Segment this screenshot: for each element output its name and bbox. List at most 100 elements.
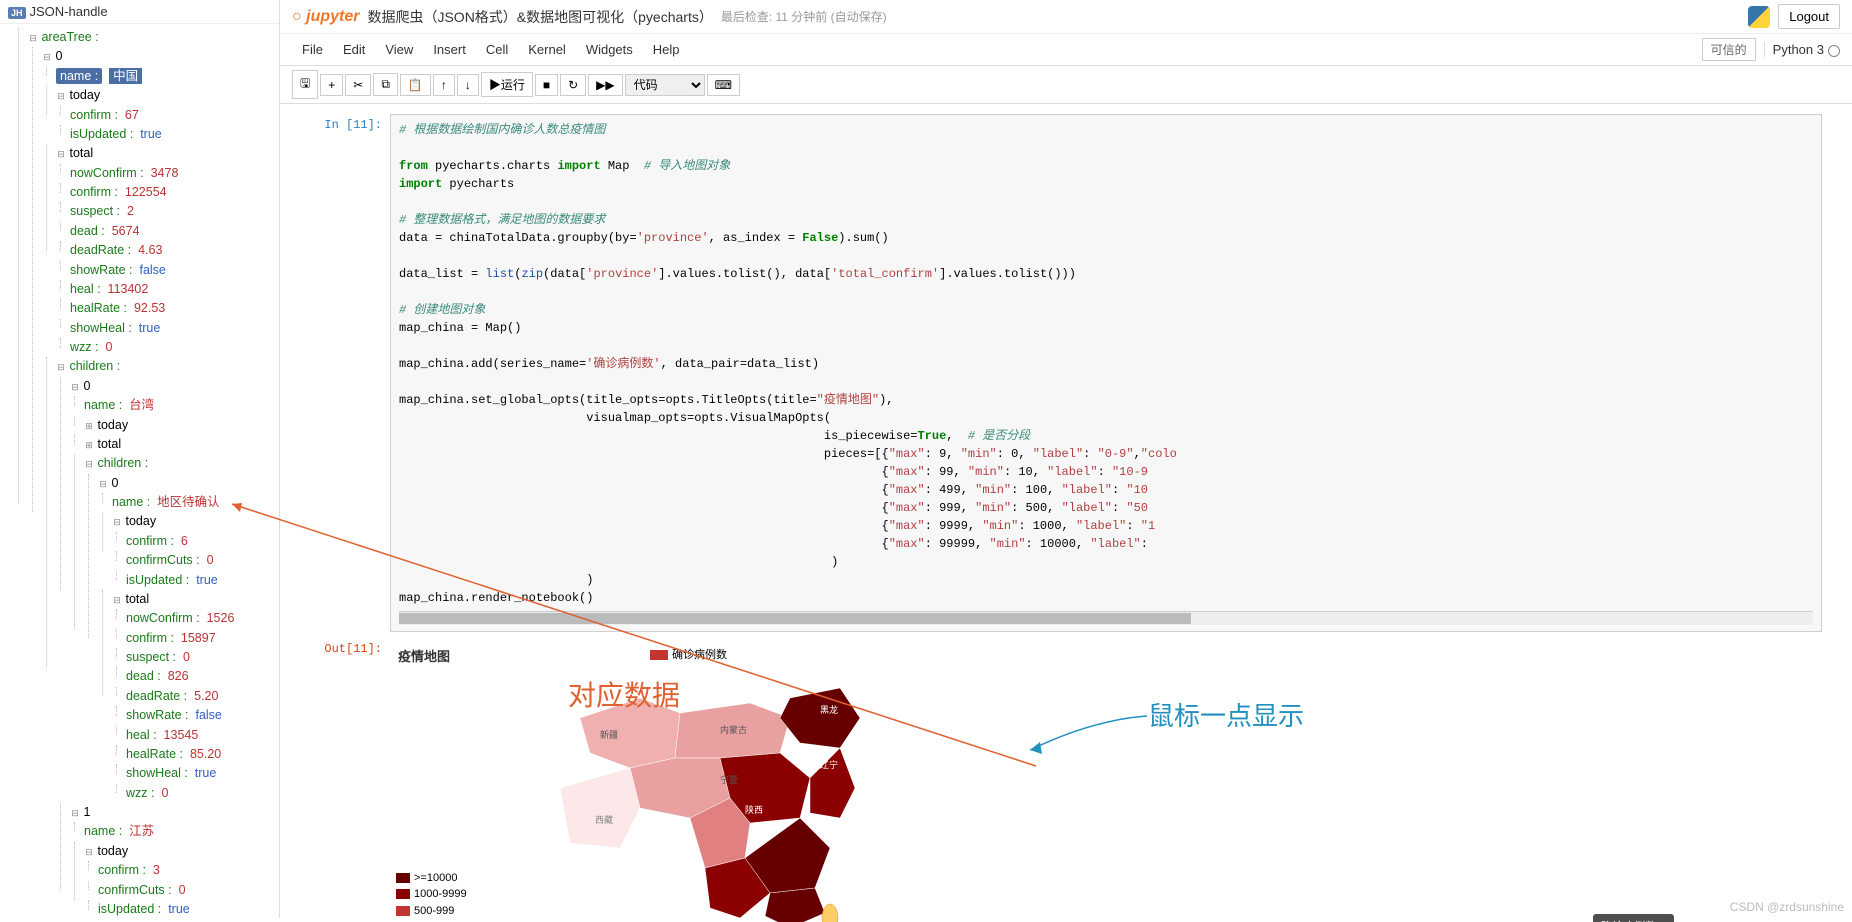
v: 0 [207, 553, 214, 567]
move-down-button[interactable]: ↓ [457, 74, 479, 96]
k: showHeal : [126, 766, 188, 780]
v: 67 [125, 108, 139, 122]
toggle-icon[interactable]: ⊟ [28, 32, 38, 46]
key-today[interactable]: today [97, 844, 128, 858]
command-palette-button[interactable]: ⌨ [707, 74, 740, 96]
k: healRate : [70, 301, 127, 315]
toggle-icon[interactable]: ⊟ [70, 807, 80, 821]
v: 5.20 [194, 689, 218, 703]
toggle-icon[interactable]: ⊟ [112, 594, 122, 608]
key-today[interactable]: today [125, 514, 156, 528]
cut-button[interactable]: ✂ [345, 74, 371, 96]
trusted-indicator[interactable]: 可信的 [1702, 38, 1756, 61]
notebook-area[interactable]: In [11]: # 根据数据绘制国内确诊人数总疫情图 from pyechar… [280, 104, 1852, 922]
paste-button[interactable]: 📋 [400, 74, 431, 96]
menu-cell[interactable]: Cell [476, 38, 518, 61]
move-up-button[interactable]: ↑ [433, 74, 455, 96]
svg-text:西藏: 西藏 [595, 814, 613, 825]
menu-widgets[interactable]: Widgets [576, 38, 643, 61]
json-handle-panel: JHJSON-handle ⊟ areaTree : ⊟ 0 name : 中国… [0, 0, 280, 918]
menu-file[interactable]: File [292, 38, 333, 61]
v: 6 [181, 534, 188, 548]
key-total[interactable]: total [69, 146, 93, 160]
idx[interactable]: 0 [55, 49, 62, 63]
key-areaTree[interactable]: areaTree : [41, 30, 98, 44]
jupyter-logo[interactable]: ○ jupyter [292, 8, 359, 26]
toggle-icon[interactable]: ⊟ [42, 51, 52, 65]
key-total[interactable]: total [125, 592, 149, 606]
key-children[interactable]: children : [97, 456, 148, 470]
restart-button[interactable]: ↻ [560, 74, 586, 96]
k: name : [84, 824, 122, 838]
stop-button[interactable]: ■ [535, 74, 558, 96]
toggle-icon[interactable]: ⊟ [56, 90, 66, 104]
k: deadRate : [70, 243, 131, 257]
key-name-hl[interactable]: name : [56, 68, 102, 84]
v: 0 [179, 883, 186, 897]
toggle-icon[interactable]: ⊟ [112, 516, 122, 530]
idx[interactable]: 0 [111, 476, 118, 490]
restart-run-button[interactable]: ▶▶ [588, 74, 622, 96]
idx[interactable]: 0 [83, 379, 90, 393]
k: wzz : [126, 786, 154, 800]
v: true [196, 573, 218, 587]
map-tooltip: 确诊病例数 台湾 : 15,897 [1593, 914, 1674, 922]
json-tree[interactable]: ⊟ areaTree : ⊟ 0 name : 中国 ⊟ today confi… [0, 24, 279, 918]
code-cell[interactable]: In [11]: # 根据数据绘制国内确诊人数总疫情图 from pyechar… [310, 114, 1822, 632]
toggle-icon[interactable]: ⊟ [98, 478, 108, 492]
save-button[interactable]: 🖫 [292, 70, 318, 99]
toggle-icon[interactable]: ⊞ [84, 439, 94, 453]
key-today[interactable]: today [97, 418, 128, 432]
val-name-china[interactable]: 中国 [109, 68, 142, 84]
toggle-icon[interactable]: ⊟ [56, 148, 66, 162]
china-map[interactable]: 新疆 内蒙古 黑龙 辽宁 宁夏 陕西 西藏 [520, 658, 880, 922]
v: true [140, 127, 162, 141]
v: 2 [127, 204, 134, 218]
visualmap-legend[interactable]: >=100001000-9999500-999100-49910-99 [396, 870, 467, 922]
logout-button[interactable]: Logout [1778, 4, 1840, 29]
copy-button[interactable]: ⧉ [373, 73, 398, 96]
toggle-icon[interactable]: ⊞ [84, 420, 94, 434]
svg-text:宁夏: 宁夏 [720, 774, 738, 785]
key-total[interactable]: total [97, 437, 121, 451]
celltype-select[interactable]: 代码 [625, 74, 705, 96]
menu-edit[interactable]: Edit [333, 38, 375, 61]
kernel-idle-icon [1828, 45, 1840, 57]
k: confirm : [70, 185, 118, 199]
key-children[interactable]: children : [69, 359, 120, 373]
menu-help[interactable]: Help [643, 38, 690, 61]
k: heal : [70, 282, 101, 296]
v: 3478 [151, 166, 179, 180]
k: suspect : [126, 650, 176, 664]
svg-text:陕西: 陕西 [745, 804, 763, 815]
toggle-icon[interactable]: ⊟ [84, 458, 94, 472]
k: isUpdated : [70, 127, 133, 141]
menu-insert[interactable]: Insert [423, 38, 476, 61]
toggle-icon[interactable]: ⊟ [84, 846, 94, 860]
menubar: File Edit View Insert Cell Kernel Widget… [280, 34, 1852, 66]
notebook-title[interactable]: 数据爬虫（JSON格式）&数据地图可视化（pyecharts） [367, 7, 712, 27]
k: deadRate : [126, 689, 187, 703]
jh-icon: JH [8, 7, 26, 19]
h-scrollbar[interactable] [399, 611, 1813, 625]
v: 122554 [125, 185, 167, 199]
toolbar: 🖫 + ✂ ⧉ 📋 ↑ ↓ ▶运行 ■ ↻ ▶▶ 代码 ⌨ [280, 66, 1852, 104]
scrollbar-thumb[interactable] [399, 613, 1191, 624]
k: nowConfirm : [70, 166, 144, 180]
add-cell-button[interactable]: + [320, 74, 343, 96]
toggle-icon[interactable]: ⊟ [56, 361, 66, 375]
run-button[interactable]: ▶运行 [481, 72, 533, 97]
idx[interactable]: 1 [83, 805, 90, 819]
menu-kernel[interactable]: Kernel [518, 38, 576, 61]
menu-view[interactable]: View [375, 38, 423, 61]
key-today[interactable]: today [69, 88, 100, 102]
k: suspect : [70, 204, 120, 218]
map-output[interactable]: 疫情地图 确诊病例数 [390, 638, 1822, 922]
output-cell: Out[11]: 疫情地图 确诊病例数 [310, 638, 1822, 922]
k: confirm : [126, 631, 174, 645]
v: 0 [183, 650, 190, 664]
code-input[interactable]: # 根据数据绘制国内确诊人数总疫情图 from pyecharts.charts… [390, 114, 1822, 632]
k: healRate : [126, 747, 183, 761]
kernel-indicator[interactable]: Python 3 [1764, 42, 1840, 57]
toggle-icon[interactable]: ⊟ [70, 381, 80, 395]
